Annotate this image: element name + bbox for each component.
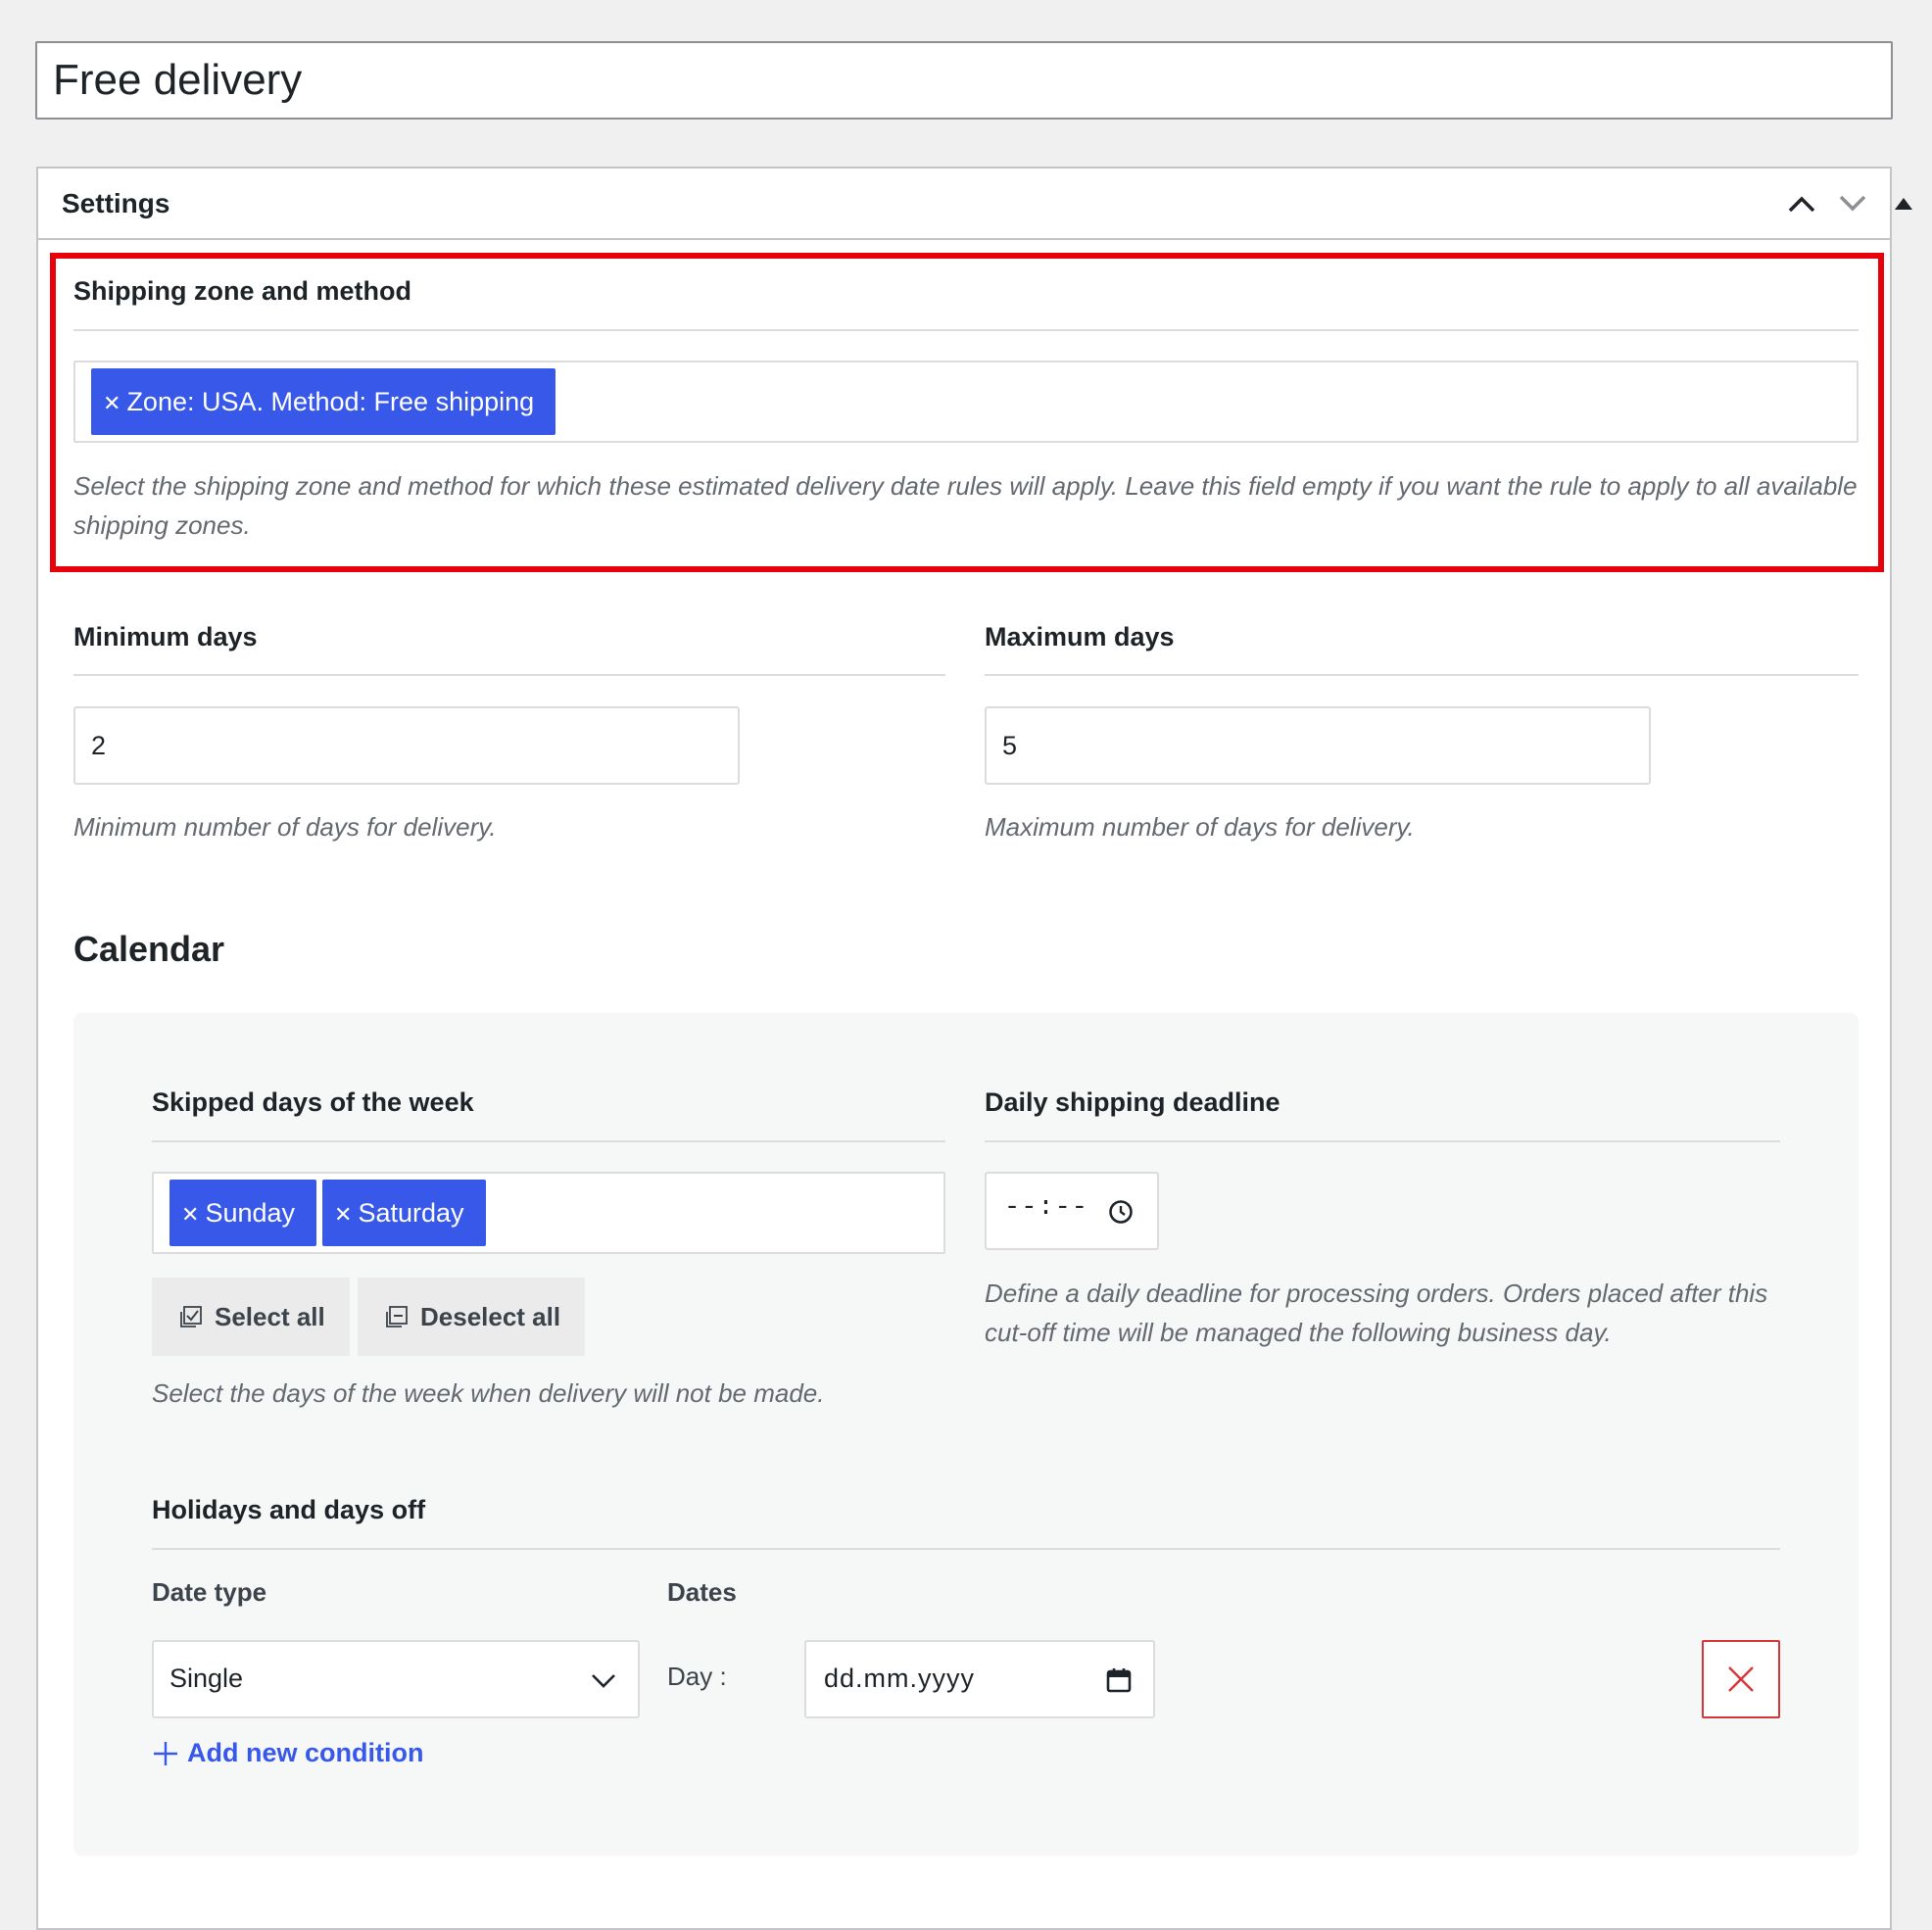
skipped-day-chip-label: Saturday (358, 1198, 464, 1228)
move-down-button[interactable] (1831, 182, 1874, 225)
checked-box-icon (180, 1306, 202, 1327)
shipping-zone-help: Select the shipping zone and method for … (73, 471, 1858, 540)
chevron-down-icon (592, 1674, 615, 1688)
date-type-label: Date type (152, 1577, 267, 1607)
minimum-days-label: Minimum days (73, 622, 258, 651)
maximum-days-help: Maximum number of days for delivery. (985, 812, 1415, 842)
calendar-box: Skipped days of the week ✕ Sunday ✕ Saturd… (73, 1013, 1859, 1856)
shipping-zone-chip-label: Zone: USA. Method: Free shipping (126, 387, 535, 416)
post-title-input[interactable]: Free delivery (35, 41, 1893, 120)
holidays-label: Holidays and days off (152, 1495, 426, 1524)
add-new-condition-link[interactable]: Add new condition (152, 1738, 423, 1768)
divider (152, 1140, 945, 1142)
date-type-value: Single (169, 1664, 244, 1693)
plus-icon (154, 1741, 177, 1765)
day-label: Day : (667, 1662, 727, 1691)
deadline-time-value: --:-- (1004, 1193, 1089, 1223)
deselect-all-button[interactable]: Deselect all (358, 1278, 585, 1356)
settings-panel: Settings Shipping zone and method ✕ Zone:… (36, 167, 1912, 1930)
move-up-button[interactable] (1780, 182, 1823, 225)
minimum-days-help: Minimum number of days for delivery. (73, 812, 497, 842)
divider (985, 674, 1859, 676)
divider (73, 329, 1859, 331)
deselect-all-label: Deselect all (420, 1301, 561, 1331)
settings-title: Settings (62, 188, 170, 218)
skipped-day-chip[interactable]: ✕ Saturday (322, 1180, 486, 1246)
remove-icon[interactable]: ✕ (334, 1202, 352, 1227)
holiday-date-input[interactable]: dd.mm.yyyy (804, 1640, 1155, 1718)
skipped-day-chip[interactable]: ✕ Sunday (169, 1180, 317, 1246)
date-placeholder: dd.mm.yyyy (824, 1664, 976, 1693)
maximum-days-label: Maximum days (985, 622, 1175, 651)
divider (152, 1548, 1780, 1550)
select-all-button[interactable]: Select all (152, 1278, 350, 1356)
date-type-select[interactable]: Single (152, 1640, 640, 1718)
skipped-days-help: Select the days of the week when deliver… (152, 1378, 825, 1408)
skipped-days-label: Skipped days of the week (152, 1087, 474, 1117)
shipping-zone-select[interactable]: ✕ Zone: USA. Method: Free shipping (73, 361, 1859, 443)
skipped-day-chip-label: Sunday (205, 1198, 296, 1228)
skipped-days-select[interactable]: ✕ Sunday ✕ Saturday (152, 1172, 945, 1254)
triangle-up-icon (1895, 198, 1912, 210)
select-all-label: Select all (215, 1301, 325, 1331)
dates-label: Dates (667, 1577, 737, 1607)
shipping-zone-chip[interactable]: ✕ Zone: USA. Method: Free shipping (91, 368, 556, 435)
close-icon (1728, 1666, 1754, 1692)
divider (73, 674, 945, 676)
chevron-up-icon (1788, 196, 1815, 213)
deadline-label: Daily shipping deadline (985, 1087, 1280, 1117)
chevron-down-icon (1839, 195, 1866, 212)
remove-icon[interactable]: ✕ (103, 391, 121, 415)
maximum-days-input[interactable]: 5 (985, 706, 1651, 785)
add-new-condition-label: Add new condition (187, 1738, 424, 1767)
unchecked-box-icon (386, 1306, 408, 1327)
remove-icon[interactable]: ✕ (181, 1202, 199, 1227)
clock-icon[interactable] (1108, 1199, 1134, 1225)
deadline-time-input[interactable]: --:-- (985, 1172, 1159, 1250)
calendar-heading: Calendar (73, 929, 225, 969)
divider (985, 1140, 1780, 1142)
toggle-panel-button[interactable] (1882, 182, 1925, 225)
settings-panel-header: Settings (38, 169, 1912, 240)
shipping-zone-label: Shipping zone and method (73, 276, 411, 306)
remove-condition-button[interactable] (1702, 1640, 1780, 1718)
deadline-help: Define a daily deadline for processing o… (985, 1279, 1768, 1347)
calendar-icon[interactable] (1106, 1667, 1132, 1693)
minimum-days-input[interactable]: 2 (73, 706, 740, 785)
